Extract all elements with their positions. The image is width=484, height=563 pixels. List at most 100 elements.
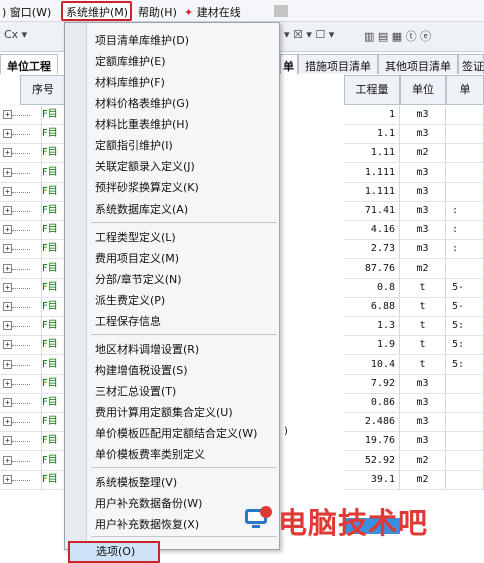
quantity-cell[interactable]: 0.86 [344,394,400,413]
menu-item-4[interactable]: 材料比重表维护(H) [95,115,189,135]
price-cell[interactable] [446,470,484,490]
menu-window[interactable]: ) 窗口(W) [2,4,51,20]
unit-cell[interactable]: m3 [400,432,446,452]
tab-visa[interactable]: 签证 [458,54,484,74]
price-cell[interactable] [446,451,484,471]
price-cell[interactable] [446,163,484,183]
unit-cell[interactable]: t [400,317,446,337]
quantity-cell[interactable]: 2.73 [344,240,400,260]
unit-cell[interactable]: m2 [400,451,446,471]
toolbar-view-buttons[interactable]: ▥ ▤ ▦ ⓣ ⓔ [364,28,431,45]
header-unit[interactable]: 单位 [400,75,446,105]
menu-item-11[interactable]: 分部/章节定义(N) [95,270,182,290]
tree-expander-icon[interactable]: + [0,106,42,125]
unit-cell[interactable]: m3 [400,240,446,260]
price-cell[interactable]: 5: [446,336,484,356]
unit-cell[interactable]: m2 [400,470,446,490]
unit-cell[interactable]: m2 [400,259,446,279]
menu-item-23[interactable]: 选项(O) [68,541,160,563]
price-cell[interactable] [446,413,484,433]
quantity-cell[interactable]: 7.92 [344,374,400,394]
unit-cell[interactable]: m3 [400,163,446,183]
quantity-cell[interactable]: 4.16 [344,221,400,241]
price-cell[interactable]: 5: [446,317,484,337]
tab-other-list[interactable]: 其他项目清单 [378,54,458,74]
unit-cell[interactable]: m3 [400,374,446,394]
quantity-cell[interactable]: 1.1 [344,125,400,145]
unit-cell[interactable]: t [400,355,446,375]
quantity-cell[interactable]: 10.4 [344,355,400,375]
tree-expander-icon[interactable]: + [0,259,42,279]
tab-unit-project[interactable]: 单位工程 [0,54,58,74]
price-cell[interactable]: 5- [446,298,484,317]
tree-expander-icon[interactable]: + [0,432,42,452]
menu-item-19[interactable]: 单价模板费率类别定义 [95,445,205,465]
price-cell[interactable] [446,259,484,279]
tree-expander-icon[interactable]: + [0,413,42,433]
menu-item-5[interactable]: 定额指引维护(I) [95,136,173,156]
tree-expander-icon[interactable]: + [0,182,42,202]
tab-list[interactable]: 单 [280,54,298,74]
quantity-cell[interactable]: 1.3 [344,317,400,337]
quantity-cell[interactable]: 87.76 [344,259,400,279]
tree-expander-icon[interactable]: + [0,163,42,183]
tree-expander-icon[interactable]: + [0,470,42,490]
price-cell[interactable] [446,125,484,145]
unit-cell[interactable]: m2 [400,144,446,164]
tree-expander-icon[interactable]: + [0,221,42,241]
quantity-cell[interactable]: 1.111 [344,182,400,202]
tree-expander-icon[interactable]: + [0,298,42,317]
quantity-cell[interactable]: 6.88 [344,298,400,317]
tree-expander-icon[interactable]: + [0,336,42,356]
unit-cell[interactable]: t [400,298,446,317]
menu-item-2[interactable]: 材料库维护(F) [95,73,165,93]
price-cell[interactable] [446,432,484,452]
menu-item-8[interactable]: 系统数据库定义(A) [95,200,188,220]
unit-cell[interactable]: m3 [400,182,446,202]
price-cell[interactable] [446,106,484,125]
menu-item-0[interactable]: 项目清单库维护(D) [95,31,189,51]
tree-expander-icon[interactable]: + [0,278,42,298]
tree-expander-icon[interactable]: + [0,317,42,337]
unit-cell[interactable]: m3 [400,202,446,221]
header-seq[interactable]: 序号 [20,75,66,105]
menu-item-10[interactable]: 费用项目定义(M) [95,249,179,269]
toolbar-format-buttons[interactable]: ▾ ☒ ▾ ☐ ▾ [284,28,334,45]
menu-item-14[interactable]: 地区材料调增设置(R) [95,340,199,360]
price-cell[interactable] [446,374,484,394]
unit-cell[interactable]: m3 [400,413,446,433]
menu-item-18[interactable]: 单价模板匹配用定额结合定义(W) [95,424,257,444]
price-cell[interactable] [446,394,484,413]
menu-item-13[interactable]: 工程保存信息 [95,312,161,332]
menu-system-maintenance[interactable]: 系统维护(M) [66,4,128,20]
menu-item-20[interactable]: 系统模板整理(V) [95,473,177,493]
unit-cell[interactable]: t [400,278,446,298]
toolbar-cx-button[interactable]: Cx ▾ [4,28,27,45]
menu-item-1[interactable]: 定额库维护(E) [95,52,166,72]
unit-cell[interactable]: m3 [400,106,446,125]
tree-expander-icon[interactable]: + [0,355,42,375]
quantity-cell[interactable]: 1.9 [344,336,400,356]
menu-jiancai-online[interactable]: ✦ 建材在线 [184,4,241,20]
quantity-cell[interactable]: 52.92 [344,451,400,471]
price-cell[interactable]: 5: [446,355,484,375]
tab-measures-list[interactable]: 措施项目清单 [298,54,378,74]
price-cell[interactable]: 5- [446,278,484,298]
quantity-cell[interactable]: 0.8 [344,278,400,298]
menu-item-22[interactable]: 用户补充数据恢复(X) [95,515,199,535]
unit-cell[interactable]: m3 [400,221,446,241]
quantity-cell[interactable]: 1 [344,106,400,125]
menu-item-3[interactable]: 材料价格表维护(G) [95,94,189,114]
price-cell[interactable]: : [446,240,484,260]
quantity-cell[interactable]: 1.111 [344,163,400,183]
price-cell[interactable]: : [446,202,484,221]
tree-expander-icon[interactable]: + [0,394,42,413]
header-price[interactable]: 单 [446,75,484,105]
tree-expander-icon[interactable]: + [0,144,42,164]
tree-expander-icon[interactable]: + [0,125,42,145]
quantity-cell[interactable]: 71.41 [344,202,400,221]
menu-item-12[interactable]: 派生费定义(P) [95,291,165,311]
tree-expander-icon[interactable]: + [0,451,42,471]
header-quantity[interactable]: 工程量 [344,75,400,105]
price-cell[interactable] [446,144,484,164]
